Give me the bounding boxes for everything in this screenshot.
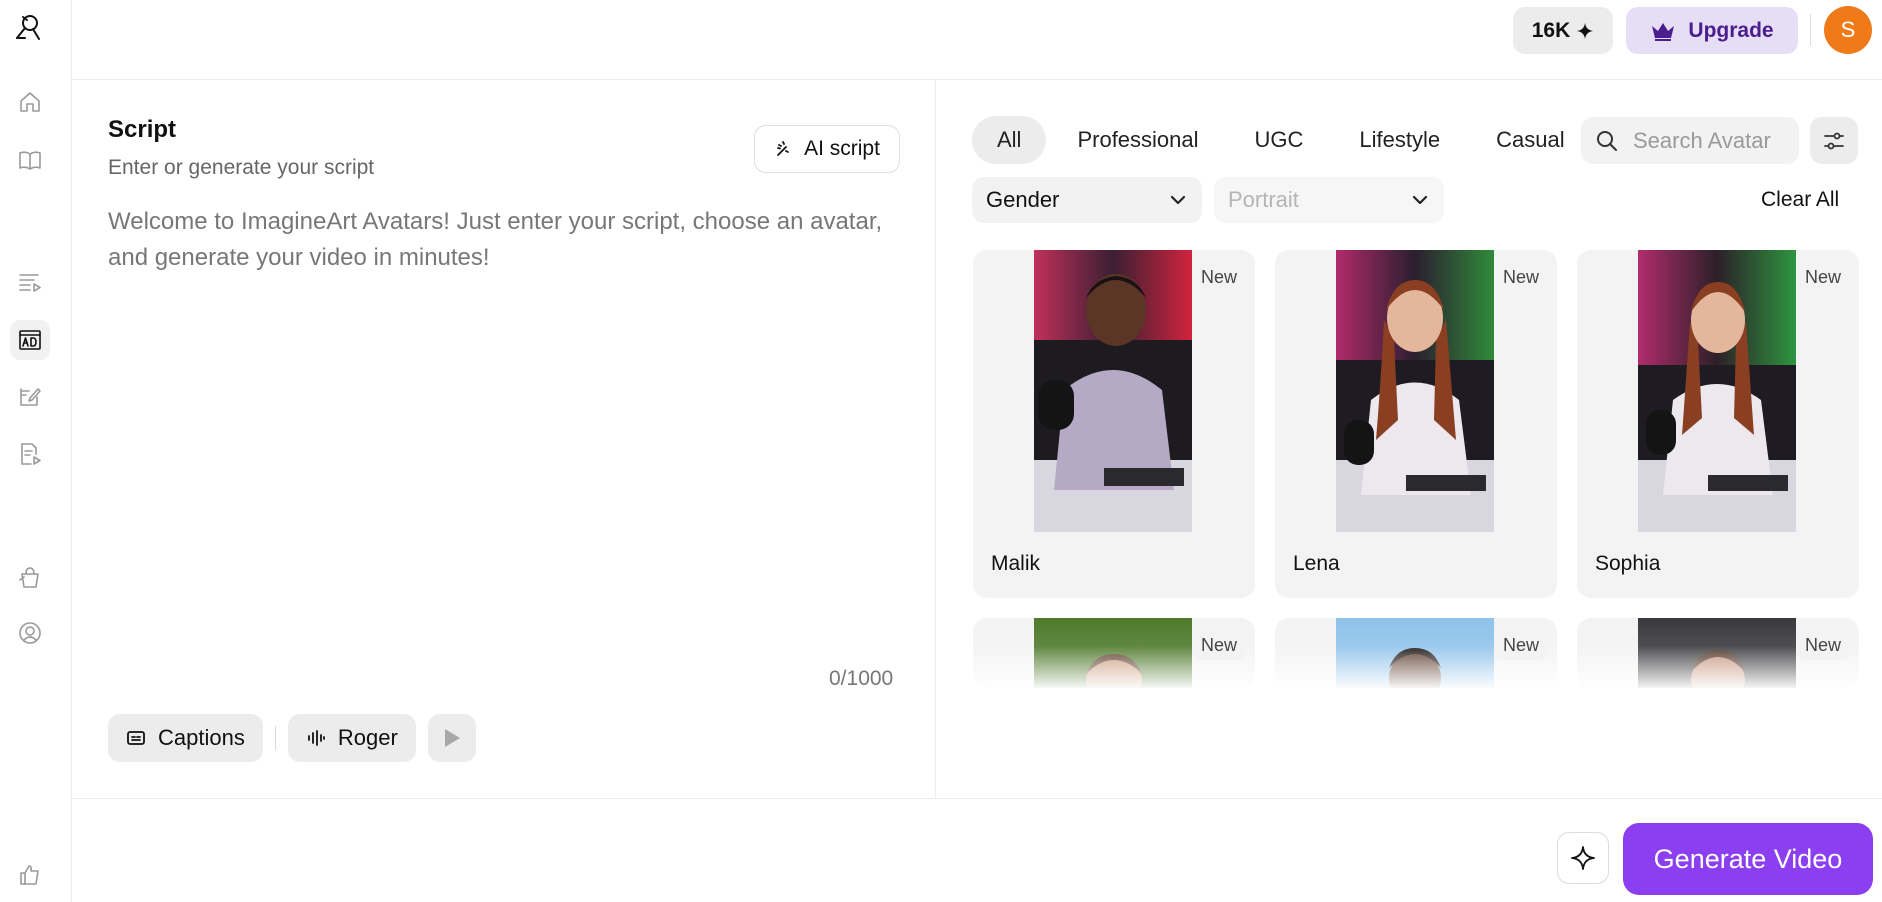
app-logo-icon[interactable]: [8, 8, 48, 48]
credits-count: 16K: [1531, 18, 1571, 42]
tab-ugc[interactable]: UGC: [1230, 116, 1329, 164]
new-badge: New: [1796, 630, 1849, 660]
credits-button[interactable]: 16K: [1513, 7, 1613, 54]
avatar-panel: All Professional UGC Lifestyle Casual Ge…: [936, 80, 1882, 798]
generate-video-button[interactable]: Generate Video: [1623, 823, 1873, 895]
bag-icon: [19, 567, 39, 588]
crown-icon: [1652, 22, 1675, 41]
tab-all[interactable]: All: [972, 116, 1047, 164]
new-badge: New: [1192, 630, 1245, 660]
sidebar-item-editor[interactable]: [10, 376, 50, 416]
avatar-card[interactable]: New: [973, 618, 1255, 688]
top-bar: 16K Upgrade S: [72, 0, 1882, 80]
portrait-select[interactable]: Portrait: [1214, 177, 1444, 223]
search-input[interactable]: [1633, 127, 1783, 154]
captions-icon: [127, 731, 145, 745]
ad-icon: [19, 330, 41, 350]
voice-label: Roger: [337, 725, 398, 750]
script-title: Script: [108, 116, 177, 143]
category-tabs: All Professional UGC Lifestyle Casual: [972, 116, 1590, 164]
book-icon: [19, 151, 41, 170]
gender-label: Gender: [986, 187, 1060, 212]
avatar-photo: [1034, 250, 1192, 532]
search-icon: [1597, 130, 1617, 151]
character-counter: 0/1000: [829, 667, 894, 690]
new-badge: New: [1494, 630, 1547, 660]
avatar-initial: S: [1840, 17, 1856, 42]
avatar-name: Lena: [1293, 552, 1340, 575]
ai-script-button[interactable]: AI script: [754, 125, 900, 173]
upgrade-button[interactable]: Upgrade: [1626, 7, 1798, 54]
tab-casual[interactable]: Casual: [1471, 116, 1589, 164]
new-badge: New: [1796, 262, 1849, 292]
voice-select-button[interactable]: Roger: [287, 714, 416, 762]
sidebar-item-feedback[interactable]: [10, 855, 50, 895]
new-badge: New: [1494, 262, 1547, 292]
tab-professional[interactable]: Professional: [1052, 116, 1223, 164]
upgrade-label: Upgrade: [1688, 18, 1774, 42]
user-circle-icon: [19, 622, 41, 644]
avatar-card-sophia[interactable]: New Sophia: [1577, 250, 1859, 598]
doc-video-icon: [21, 443, 41, 465]
waveform-icon: [307, 730, 325, 746]
sliders-icon: [1824, 132, 1844, 149]
enhance-button[interactable]: [1557, 832, 1609, 884]
sidebar-item-script-video[interactable]: [10, 262, 50, 302]
sidebar: [0, 0, 72, 902]
chevron-down-icon: [1412, 195, 1428, 205]
avatar-card-lena[interactable]: New Lena: [1275, 250, 1557, 598]
bottom-bar: Generate Video: [72, 798, 1882, 902]
script-tools: Captions Roger: [108, 713, 476, 763]
avatar-name: Malik: [991, 552, 1041, 575]
sidebar-item-ad-avatars[interactable]: [10, 320, 50, 360]
avatar-photo: [1638, 250, 1796, 532]
avatar-card[interactable]: New: [1577, 618, 1859, 688]
sidebar-item-doc-video[interactable]: [10, 434, 50, 474]
script-panel: Script Enter or generate your script AI …: [72, 80, 936, 798]
script-textarea[interactable]: Welcome to ImagineArt Avatars! Just ente…: [108, 204, 888, 276]
play-voice-button[interactable]: [427, 714, 476, 762]
captions-button[interactable]: Captions: [108, 714, 263, 762]
sidebar-item-avatar[interactable]: [10, 613, 50, 653]
avatar-card[interactable]: New: [1275, 618, 1557, 688]
sidebar-item-library[interactable]: [10, 140, 50, 180]
avatar-photo: [1336, 250, 1494, 532]
sparkle-icon: [1571, 846, 1595, 870]
tools-divider: [274, 726, 276, 750]
gender-select[interactable]: Gender: [972, 177, 1202, 223]
chevron-down-icon: [1170, 195, 1186, 205]
thumbs-up-icon: [20, 865, 39, 885]
play-icon: [444, 729, 460, 747]
tab-lifestyle[interactable]: Lifestyle: [1334, 116, 1465, 164]
avatar-search[interactable]: [1581, 117, 1799, 164]
filter-settings-button[interactable]: [1810, 117, 1858, 164]
captions-label: Captions: [158, 725, 245, 750]
sparkle-icon: [1577, 22, 1594, 39]
new-badge: New: [1192, 262, 1245, 292]
avatar-name: Sophia: [1595, 552, 1661, 575]
edit-doc-icon: [20, 388, 41, 406]
ai-script-label: AI script: [804, 137, 880, 160]
script-subtitle: Enter or generate your script: [108, 156, 375, 179]
user-avatar[interactable]: S: [1824, 6, 1872, 54]
sidebar-item-product[interactable]: [10, 557, 50, 597]
magic-wand-icon: [777, 141, 789, 156]
clear-all-button[interactable]: Clear All: [1761, 188, 1839, 212]
portrait-label: Portrait: [1228, 187, 1299, 212]
topbar-divider: [1810, 14, 1811, 46]
app-root: 16K Upgrade S Script Enter or generate y…: [0, 0, 1882, 902]
home-icon: [20, 92, 40, 112]
script-video-icon: [19, 274, 41, 292]
sidebar-item-home[interactable]: [10, 82, 50, 122]
avatar-card-malik[interactable]: New Malik: [973, 250, 1255, 598]
